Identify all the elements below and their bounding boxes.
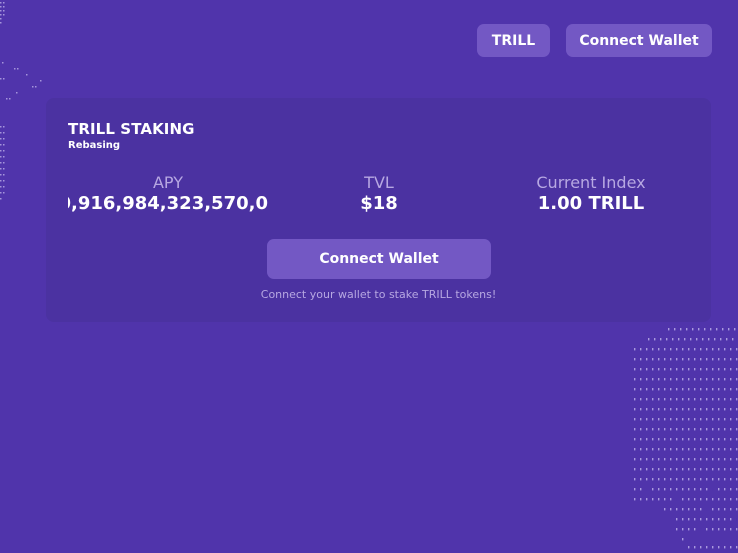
current-index-label: Current Index [536, 173, 646, 192]
apy-value: 250,916,984,323,570,0 [68, 193, 268, 214]
current-index-metric: Current Index 1.00 TRILL [511, 173, 671, 215]
apy-value-wrapper: 250,916,984,323,570,0 [68, 193, 268, 215]
decorative-dots-right [634, 328, 738, 549]
trill-token-button[interactable]: TRILL [477, 24, 550, 57]
current-index-value: 1.00 TRILL [537, 193, 645, 214]
card-subtitle: Rebasing [68, 140, 121, 151]
card-title: TRILL STAKING [68, 120, 195, 138]
apy-metric: APY 250,916,984,323,570,0 [68, 173, 268, 215]
tvl-label: TVL [364, 173, 394, 192]
connect-hint: Connect your wallet to stake TRILL token… [260, 288, 497, 301]
staking-card: TRILL STAKING Rebasing APY 250,916,984,3… [46, 98, 711, 322]
apy-label: APY [152, 173, 183, 192]
card-connect-wallet-button[interactable]: Connect Wallet [267, 239, 491, 279]
tvl-metric: TVL $18 [314, 173, 444, 215]
connect-wallet-button[interactable]: Connect Wallet [566, 24, 712, 57]
tvl-value: $18 [360, 193, 398, 214]
decorative-dots-left [0, 2, 42, 200]
